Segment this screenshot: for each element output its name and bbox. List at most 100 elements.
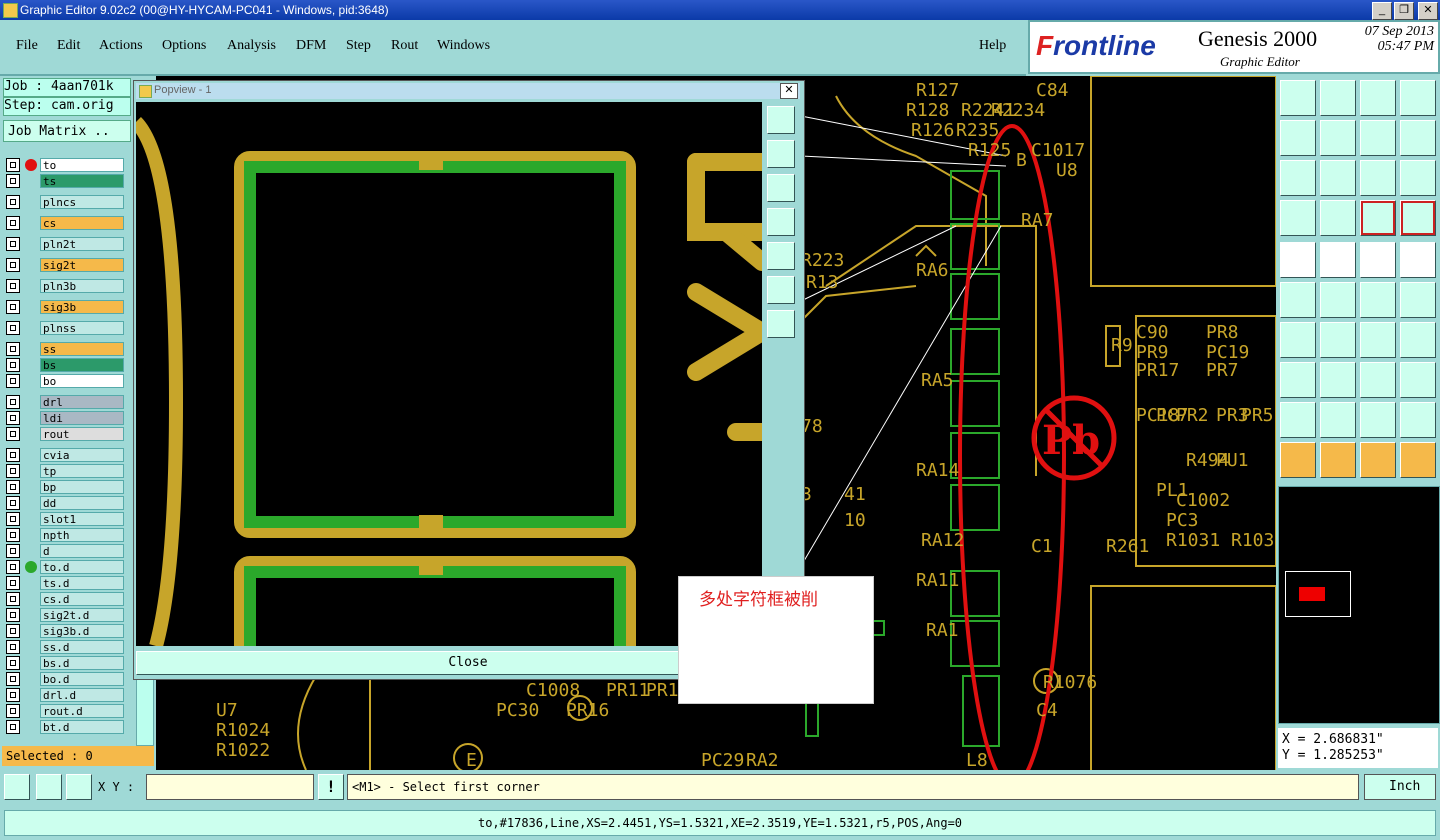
layer-row-ldi[interactable]: ldi (6, 411, 124, 425)
xy-input[interactable] (146, 774, 314, 800)
layer-checkbox[interactable] (6, 374, 20, 388)
layer-checkbox[interactable] (6, 158, 20, 172)
menu-rout[interactable]: Rout (391, 38, 418, 54)
move-left-icon[interactable] (1280, 120, 1316, 156)
layer-name[interactable]: sig2t (40, 258, 124, 272)
line-arrow2-icon[interactable] (1400, 282, 1436, 318)
layer-name[interactable]: pln3b (40, 279, 124, 293)
triangle-wave-icon[interactable] (1400, 402, 1436, 438)
ruler-icon[interactable] (1360, 242, 1396, 278)
menu-analysis[interactable]: Analysis (227, 38, 276, 54)
layer-row-npth[interactable]: npth (6, 528, 124, 542)
layer-name[interactable]: ts.d (40, 576, 124, 590)
close-window-button[interactable]: ✕ (1418, 2, 1438, 20)
layer-row-bt-d[interactable]: bt.d (6, 720, 124, 734)
layer-checkbox[interactable] (6, 592, 20, 606)
layer-name[interactable]: ss (40, 342, 124, 356)
layer-checkbox[interactable] (6, 528, 20, 542)
layer-select-icon[interactable] (1360, 200, 1396, 236)
layer-name[interactable]: ts (40, 174, 124, 188)
layer-name[interactable]: ss.d (40, 640, 124, 654)
select-path-icon[interactable] (1400, 442, 1436, 478)
layer-name[interactable]: cs.d (40, 592, 124, 606)
measure-icon[interactable] (36, 774, 62, 800)
layer-name[interactable]: d (40, 544, 124, 558)
layer-checkbox[interactable] (6, 237, 20, 251)
minimize-button[interactable]: _ (1372, 2, 1392, 20)
layer-checkbox[interactable] (6, 195, 20, 209)
layer-checkbox[interactable] (6, 448, 20, 462)
layer-checkbox[interactable] (6, 258, 20, 272)
layer-checkbox[interactable] (6, 464, 20, 478)
layer-checkbox[interactable] (6, 358, 20, 372)
layer-name[interactable]: rout.d (40, 704, 124, 718)
layer-row-sig3b-d[interactable]: sig3b.d (6, 624, 124, 638)
layer-checkbox[interactable] (6, 576, 20, 590)
layer-name[interactable]: plncs (40, 195, 124, 209)
layer-row-dd[interactable]: dd (6, 496, 124, 510)
move-right-icon[interactable] (1320, 120, 1356, 156)
popview-zoom-in-icon[interactable] (767, 310, 795, 338)
layer-name[interactable]: bp (40, 480, 124, 494)
grid-view-icon[interactable] (1320, 200, 1356, 236)
join-icon[interactable] (1320, 362, 1356, 398)
dimension-icon[interactable] (1360, 362, 1396, 398)
split-icon[interactable] (1400, 322, 1436, 358)
layer-row-cs[interactable]: cs (6, 216, 124, 230)
layer-row-drl[interactable]: drl (6, 395, 124, 409)
line-arrow-icon[interactable] (1360, 282, 1396, 318)
layer-name[interactable]: sig2t.d (40, 608, 124, 622)
layer-row-plnss[interactable]: plnss (6, 321, 124, 335)
layer-checkbox[interactable] (6, 544, 20, 558)
menu-actions[interactable]: Actions (99, 38, 143, 54)
snap-mode-icon[interactable] (4, 774, 30, 800)
layer-row-bo[interactable]: bo (6, 374, 124, 388)
layer-row-ts-d[interactable]: ts.d (6, 576, 124, 590)
layer-row-rout[interactable]: rout (6, 427, 124, 441)
layer-name[interactable]: sig3b.d (40, 624, 124, 638)
unit-dropdown[interactable]: Inch ▬ (1364, 774, 1436, 818)
layer-name[interactable]: cvia (40, 448, 124, 462)
layer-name[interactable]: npth (40, 528, 124, 542)
layer-name[interactable]: dd (40, 496, 124, 510)
layer-row-bs[interactable]: bs (6, 358, 124, 372)
layer-name[interactable]: cs (40, 216, 124, 230)
layer-row-sig3b[interactable]: sig3b (6, 300, 124, 314)
scale-icon[interactable] (1360, 160, 1396, 196)
layer-row-pln3b[interactable]: pln3b (6, 279, 124, 293)
connect-icon[interactable] (1280, 282, 1316, 318)
layer-name[interactable]: bo.d (40, 672, 124, 686)
select-icon[interactable] (1280, 442, 1316, 478)
layer-name[interactable]: bo (40, 374, 124, 388)
layer-checkbox[interactable] (6, 624, 20, 638)
layer-row-pln2t[interactable]: pln2t (6, 237, 124, 251)
layer-name[interactable]: bs.d (40, 656, 124, 670)
layer-checkbox[interactable] (6, 321, 20, 335)
layer-row-slot1[interactable]: slot1 (6, 512, 124, 526)
angle-icon[interactable] (1280, 322, 1316, 358)
layer-checkbox[interactable] (6, 279, 20, 293)
popview-canvas[interactable] (136, 102, 762, 646)
popview-pan-left-icon[interactable] (767, 208, 795, 236)
arc-icon[interactable] (1360, 322, 1396, 358)
layer-row-cs-d[interactable]: cs.d (6, 592, 124, 606)
layer-checkbox[interactable] (6, 688, 20, 702)
layer-checkbox[interactable] (6, 608, 20, 622)
layer-name[interactable]: plnss (40, 321, 124, 335)
fit-all-icon[interactable] (1320, 160, 1356, 196)
menu-file[interactable]: File (16, 38, 38, 54)
menu-options[interactable]: Options (162, 38, 206, 54)
layer-name[interactable]: bs (40, 358, 124, 372)
select-edit-icon[interactable] (1360, 442, 1396, 478)
layer-row-d[interactable]: d (6, 544, 124, 558)
layer-name[interactable]: sig3b (40, 300, 124, 314)
layer-row-ts[interactable]: ts (6, 174, 124, 188)
layer-checkbox[interactable] (6, 640, 20, 654)
layer-row-tp[interactable]: tp (6, 464, 124, 478)
select-box-icon[interactable] (1320, 442, 1356, 478)
menu-windows[interactable]: Windows (437, 38, 490, 54)
window-icon[interactable] (1400, 80, 1436, 116)
layer-name[interactable]: to (40, 158, 124, 172)
layer-checkbox[interactable] (6, 672, 20, 686)
layer-settings-icon[interactable] (1400, 200, 1436, 236)
